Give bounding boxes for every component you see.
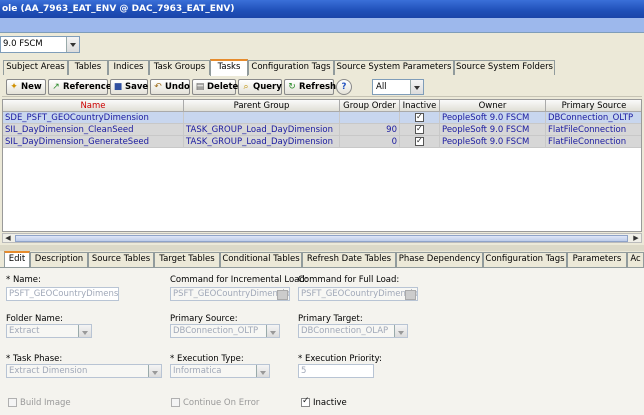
scroll-left-icon[interactable]: ◀: [3, 234, 13, 242]
col-header-inactive[interactable]: Inactive: [400, 100, 440, 112]
execution-type-select[interactable]: Informatica: [170, 364, 270, 378]
edit-form: * Name: PSFT_GEOCountryDimension Command…: [0, 267, 644, 415]
split-pane-divider[interactable]: [0, 245, 644, 251]
toolbar: ✦ New ↗ Reference ■ Save ↶ Undo ▤ Delete ⌕ Que…: [2, 77, 642, 97]
filter-value: All: [376, 82, 387, 92]
folder-select[interactable]: Extract: [6, 324, 92, 338]
new-icon: ✦: [10, 82, 18, 92]
cmd-incremental-field[interactable]: PSFT_GEOCountryDimension: [170, 287, 290, 301]
tab-edit[interactable]: Edit: [4, 251, 30, 268]
tab-configuration-tags[interactable]: Configuration Tags: [248, 60, 334, 75]
primary-target-select[interactable]: DBConnection_OLAP: [298, 324, 408, 338]
chevron-down-icon[interactable]: [148, 365, 161, 377]
col-header-group-order[interactable]: Group Order: [340, 100, 400, 112]
tab-source-system-folders[interactable]: Source System Folders: [454, 60, 555, 75]
inactive-label: Inactive: [313, 398, 347, 408]
undo-icon: ↶: [154, 82, 162, 92]
save-icon: ■: [113, 82, 123, 92]
tab-phase-dependency[interactable]: Phase Dependency: [396, 252, 483, 267]
tab-tables[interactable]: Tables: [68, 60, 108, 75]
tab-parameters[interactable]: Parameters: [567, 252, 627, 267]
filter-select[interactable]: All: [372, 79, 424, 95]
cmd-incremental-label: Command for Incremental Load:: [170, 275, 308, 285]
col-header-name[interactable]: Name: [3, 100, 184, 112]
browse-icon[interactable]: [405, 290, 416, 300]
tasks-grid: Name Parent Group Group Order Inactive O…: [2, 99, 642, 232]
chevron-down-icon[interactable]: [256, 365, 269, 377]
name-label: * Name:: [6, 275, 41, 285]
refresh-icon: ↻: [288, 82, 296, 92]
task-phase-label: * Task Phase:: [6, 354, 63, 364]
horizontal-scrollbar[interactable]: ◀ ▶: [2, 233, 642, 243]
chevron-down-icon[interactable]: [66, 37, 79, 52]
tab-subject-areas[interactable]: Subject Areas: [3, 60, 68, 75]
delete-icon: ▤: [195, 82, 205, 92]
tab-indices[interactable]: Indices: [108, 60, 149, 75]
primary-source-select[interactable]: DBConnection_OLTP: [170, 324, 280, 338]
continue-on-error-label: Continue On Error: [183, 398, 260, 408]
name-field[interactable]: PSFT_GEOCountryDimension: [6, 287, 119, 301]
menu-strip: [0, 18, 644, 33]
tab-target-tables[interactable]: Target Tables: [154, 252, 220, 267]
continue-on-error-checkbox[interactable]: [171, 398, 180, 407]
col-header-owner[interactable]: Owner: [440, 100, 546, 112]
main-tab-strip: Subject Areas Tables Indices Task Groups…: [0, 59, 644, 76]
execution-type-label: * Execution Type:: [170, 354, 244, 364]
primary-target-label: Primary Target:: [298, 314, 363, 324]
execution-priority-label: * Execution Priority:: [298, 354, 382, 364]
col-header-parent-group[interactable]: Parent Group: [184, 100, 340, 112]
query-icon: ⌕: [243, 82, 249, 92]
tab-actions[interactable]: Ac: [627, 252, 644, 267]
browse-icon[interactable]: [277, 290, 288, 300]
tab-configuration-tags-detail[interactable]: Configuration Tags: [483, 252, 567, 267]
inactive-checkbox[interactable]: [415, 124, 424, 135]
refresh-button[interactable]: ↻ Refresh: [284, 79, 336, 95]
delete-button[interactable]: ▤ Delete: [192, 79, 238, 95]
tab-task-groups[interactable]: Task Groups: [149, 60, 210, 75]
window-title-bar: ole (AA_7963_EAT_ENV @ DAC_7963_EAT_ENV): [0, 0, 644, 18]
tab-refresh-date-tables[interactable]: Refresh Date Tables: [302, 252, 396, 267]
detail-tab-strip: Edit Description Source Tables Target Ta…: [0, 251, 644, 268]
scrollbar-thumb[interactable]: [15, 235, 628, 242]
tab-source-system-parameters[interactable]: Source System Parameters: [334, 60, 454, 75]
query-button[interactable]: ⌕ Query: [238, 79, 282, 95]
undo-button[interactable]: ↶ Undo: [150, 79, 190, 95]
col-header-primary-source[interactable]: Primary Source: [546, 100, 641, 112]
tab-description[interactable]: Description: [30, 252, 88, 267]
build-image-checkbox[interactable]: [8, 398, 17, 407]
chevron-down-icon[interactable]: [410, 80, 423, 94]
reference-icon: ↗: [52, 82, 60, 92]
window-title: ole (AA_7963_EAT_ENV @ DAC_7963_EAT_ENV): [2, 4, 235, 14]
chevron-down-icon[interactable]: [394, 325, 407, 337]
container-select-value: 9.0 FSCM: [3, 39, 43, 49]
folder-label: Folder Name:: [6, 314, 63, 324]
save-button[interactable]: ■ Save: [110, 79, 148, 95]
tab-tasks[interactable]: Tasks: [210, 59, 248, 76]
new-button[interactable]: ✦ New: [6, 79, 46, 95]
tab-conditional-tables[interactable]: Conditional Tables: [220, 252, 302, 267]
scroll-right-icon[interactable]: ▶: [631, 234, 641, 242]
chevron-down-icon[interactable]: [78, 325, 91, 337]
chevron-down-icon[interactable]: [266, 325, 279, 337]
container-select[interactable]: 9.0 FSCM: [0, 36, 80, 53]
help-button[interactable]: ?: [336, 79, 352, 95]
inactive-form-checkbox[interactable]: [301, 396, 310, 407]
tab-source-tables[interactable]: Source Tables: [88, 252, 154, 267]
inactive-checkbox[interactable]: [415, 136, 424, 147]
build-image-label: Build Image: [20, 398, 71, 408]
cmd-full-field[interactable]: PSFT_GEOCountryDimension: [298, 287, 418, 301]
inactive-checkbox[interactable]: [415, 112, 424, 123]
task-phase-select[interactable]: Extract Dimension: [6, 364, 162, 378]
primary-source-label: Primary Source:: [170, 314, 238, 324]
reference-button[interactable]: ↗ Reference: [48, 79, 112, 95]
execution-priority-field[interactable]: 5: [298, 364, 374, 378]
cmd-full-label: Command for Full Load:: [298, 275, 400, 285]
